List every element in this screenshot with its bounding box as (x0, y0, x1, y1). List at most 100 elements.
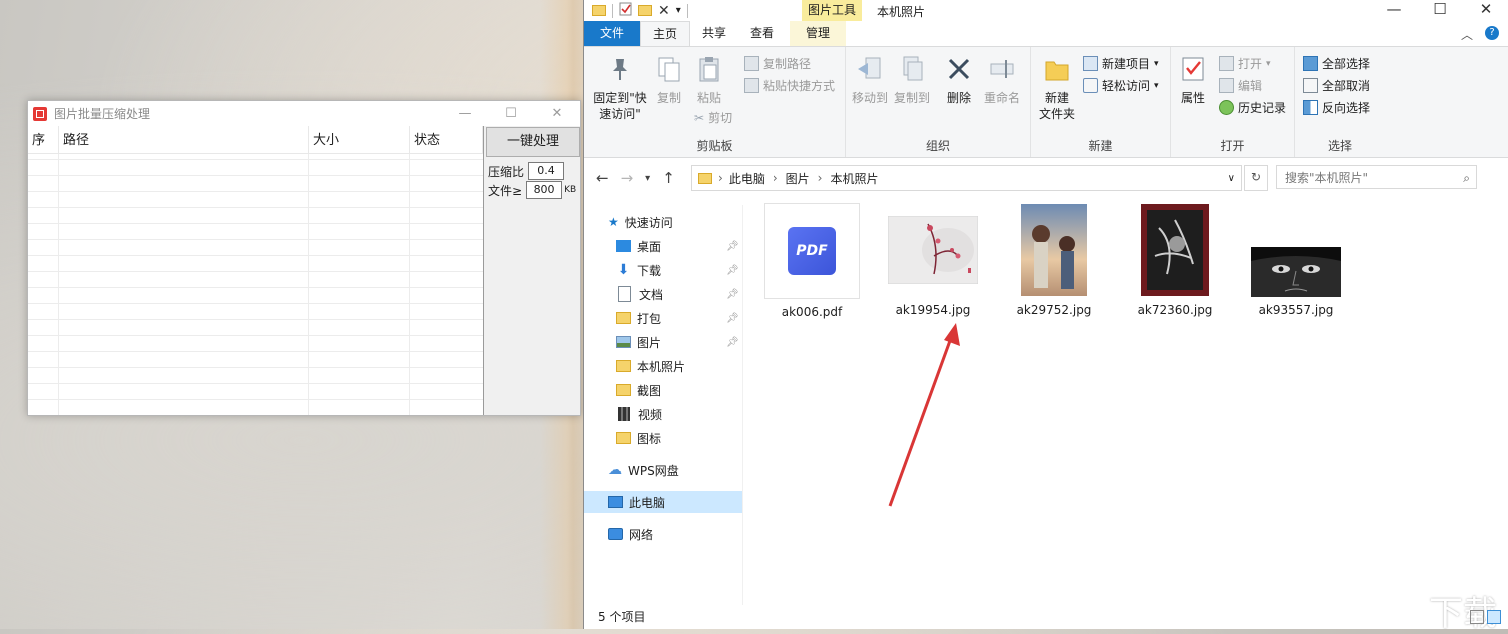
nav-network[interactable]: 网络 (608, 523, 653, 545)
image-thumbnail (998, 203, 1110, 297)
paste-shortcut-label: 粘贴快捷方式 (763, 77, 835, 94)
minimize-button[interactable]: — (442, 106, 488, 121)
rename-button[interactable]: 重命名 (980, 55, 1024, 106)
nav-downloads[interactable]: ⬇ 下载 (616, 259, 661, 281)
breadcrumb-this-pc[interactable]: 此电脑 (729, 170, 765, 187)
properties-check-icon[interactable] (619, 2, 632, 19)
forward-arrow-icon[interactable]: → (621, 169, 634, 187)
folder-icon[interactable] (592, 5, 606, 16)
nav-this-pc[interactable]: 此电脑 (584, 491, 742, 513)
new-folder-button[interactable]: 新建 文件夹 (1037, 55, 1077, 122)
search-icon: ⌕ (1463, 166, 1470, 190)
explorer-titlebar[interactable]: ✕ ▾ 图片工具 本机照片 — ☐ ✕ (584, 0, 1508, 21)
edit-button[interactable]: 编辑 (1219, 77, 1262, 94)
select-all-button[interactable]: 全部选择 (1303, 55, 1370, 72)
paste-shortcut-button[interactable]: 粘贴快捷方式 (744, 77, 835, 94)
ratio-input[interactable]: 0.4 (528, 162, 564, 180)
nav-network-label: 网络 (629, 526, 653, 543)
delete-button[interactable]: 删除 (942, 55, 976, 106)
file-item[interactable]: ak19954.jpg (877, 203, 989, 317)
nav-icons-label: 图标 (637, 430, 661, 447)
search-input[interactable]: 搜索"本机照片" ⌕ (1276, 165, 1477, 189)
file-view[interactable]: PDF ak006.pdf ak19954.jpg (754, 200, 1508, 580)
manga-face-image-icon (1251, 247, 1341, 297)
refresh-icon[interactable]: ↻ (1244, 165, 1268, 191)
easy-access-icon (1083, 78, 1098, 93)
breadcrumb-local-photos[interactable]: 本机照片 (830, 170, 878, 187)
up-arrow-icon[interactable]: ↑ (662, 169, 675, 187)
nav-videos[interactable]: 视频 (616, 403, 662, 425)
folder-icon (616, 360, 631, 372)
new-folder-icon[interactable] (638, 5, 652, 16)
rename-icon (988, 55, 1016, 83)
new-item-button[interactable]: 新建项目 ▾ (1083, 55, 1159, 72)
chevron-down-icon[interactable]: ∨ (1228, 173, 1235, 184)
collapse-ribbon-icon[interactable]: ︿ (1461, 26, 1473, 43)
tab-view[interactable]: 查看 (738, 21, 786, 46)
invert-selection-button[interactable]: 反向选择 (1303, 99, 1370, 116)
maximize-button[interactable]: ☐ (1417, 0, 1463, 21)
details-view-icon[interactable] (1470, 610, 1484, 624)
help-icon[interactable]: ? (1485, 26, 1499, 40)
nav-local-photos[interactable]: 本机照片 (616, 355, 685, 377)
process-button[interactable]: 一键处理 (486, 127, 580, 157)
nav-icons[interactable]: 图标 (616, 427, 661, 449)
nav-pictures-label: 图片 (637, 334, 661, 351)
copy-button[interactable]: 复制 (652, 55, 686, 106)
cut-button[interactable]: ✂ 剪切 (694, 109, 732, 126)
copy-path-button[interactable]: 复制路径 (744, 55, 811, 72)
compressor-titlebar[interactable]: 图片批量压缩处理 — ☐ ✕ (28, 101, 580, 126)
close-button[interactable]: ✕ (534, 106, 580, 121)
new-item-label: 新建项目 (1102, 55, 1150, 72)
select-none-button[interactable]: 全部取消 (1303, 77, 1370, 94)
paste-icon (696, 55, 722, 83)
pin-quick-access-button[interactable]: 固定到"快 速访问" (590, 55, 650, 122)
close-button[interactable]: ✕ (1463, 0, 1508, 21)
tab-file[interactable]: 文件 (584, 21, 640, 46)
nav-quick-access[interactable]: ★ 快速访问 (608, 211, 673, 233)
properties-button[interactable]: 属性 (1177, 55, 1209, 106)
customize-dropdown-icon[interactable]: ▾ (676, 5, 681, 16)
move-to-button[interactable]: 移动到 (850, 55, 890, 106)
file-item[interactable]: ak72360.jpg (1119, 203, 1231, 317)
recent-dropdown-icon[interactable]: ▾ (645, 173, 650, 184)
maximize-button[interactable]: ☐ (488, 106, 534, 121)
grid-rows[interactable] (28, 154, 483, 415)
file-item[interactable]: PDF ak006.pdf (756, 203, 868, 319)
navigation-pane[interactable]: ★ 快速访问 桌面 📌︎ ⬇ 下载 📌︎ 文档 📌︎ 打包 📌︎ 图片 📌︎ (584, 205, 743, 605)
nav-screenshots[interactable]: 截图 (616, 379, 661, 401)
back-arrow-icon[interactable]: ← (596, 169, 609, 187)
file-grid[interactable]: 序 路径 大小 状态 (28, 126, 483, 415)
easy-access-button[interactable]: 轻松访问 ▾ (1083, 77, 1159, 94)
nav-documents[interactable]: 文档 (616, 283, 663, 305)
nav-pictures[interactable]: 图片 (616, 331, 661, 353)
tab-home[interactable]: 主页 (640, 21, 690, 46)
large-icons-view-icon[interactable] (1487, 610, 1501, 624)
column-header-size[interactable]: 大小 (309, 126, 410, 153)
ribbon-tabs: 文件 主页 共享 查看 管理 ︿ ? (584, 21, 1508, 46)
open-button[interactable]: 打开 ▾ (1219, 55, 1271, 72)
history-button[interactable]: 历史记录 (1219, 99, 1286, 116)
filesize-input[interactable]: 800 (526, 181, 562, 199)
scissors-icon: ✂ (694, 111, 704, 125)
pdf-thumbnail: PDF (764, 203, 860, 299)
tab-manage[interactable]: 管理 (790, 21, 846, 46)
paste-button[interactable]: 粘贴 (692, 55, 726, 106)
copy-to-button[interactable]: 复制到 (892, 55, 932, 106)
minimize-button[interactable]: — (1371, 0, 1417, 21)
column-header-index[interactable]: 序 (28, 126, 59, 153)
column-header-path[interactable]: 路径 (59, 126, 309, 153)
address-bar[interactable]: › 此电脑 › 图片 › 本机照片 ∨ (691, 165, 1242, 191)
file-item[interactable]: ak29752.jpg (998, 203, 1110, 317)
filesize-row: 文件≥ 800 KB (488, 181, 576, 199)
grid-header: 序 路径 大小 状态 (28, 126, 483, 154)
nav-wps-cloud[interactable]: ☁ WPS网盘 (608, 459, 679, 481)
file-item[interactable]: ak93557.jpg (1240, 203, 1352, 317)
nav-package[interactable]: 打包 (616, 307, 661, 329)
column-header-status[interactable]: 状态 (410, 126, 483, 153)
nav-desktop[interactable]: 桌面 (616, 235, 742, 257)
pin-icon: 📌︎ (726, 337, 739, 348)
tab-share[interactable]: 共享 (690, 21, 738, 46)
breadcrumb-pictures[interactable]: 图片 (786, 170, 810, 187)
delete-x-icon[interactable]: ✕ (658, 3, 670, 19)
